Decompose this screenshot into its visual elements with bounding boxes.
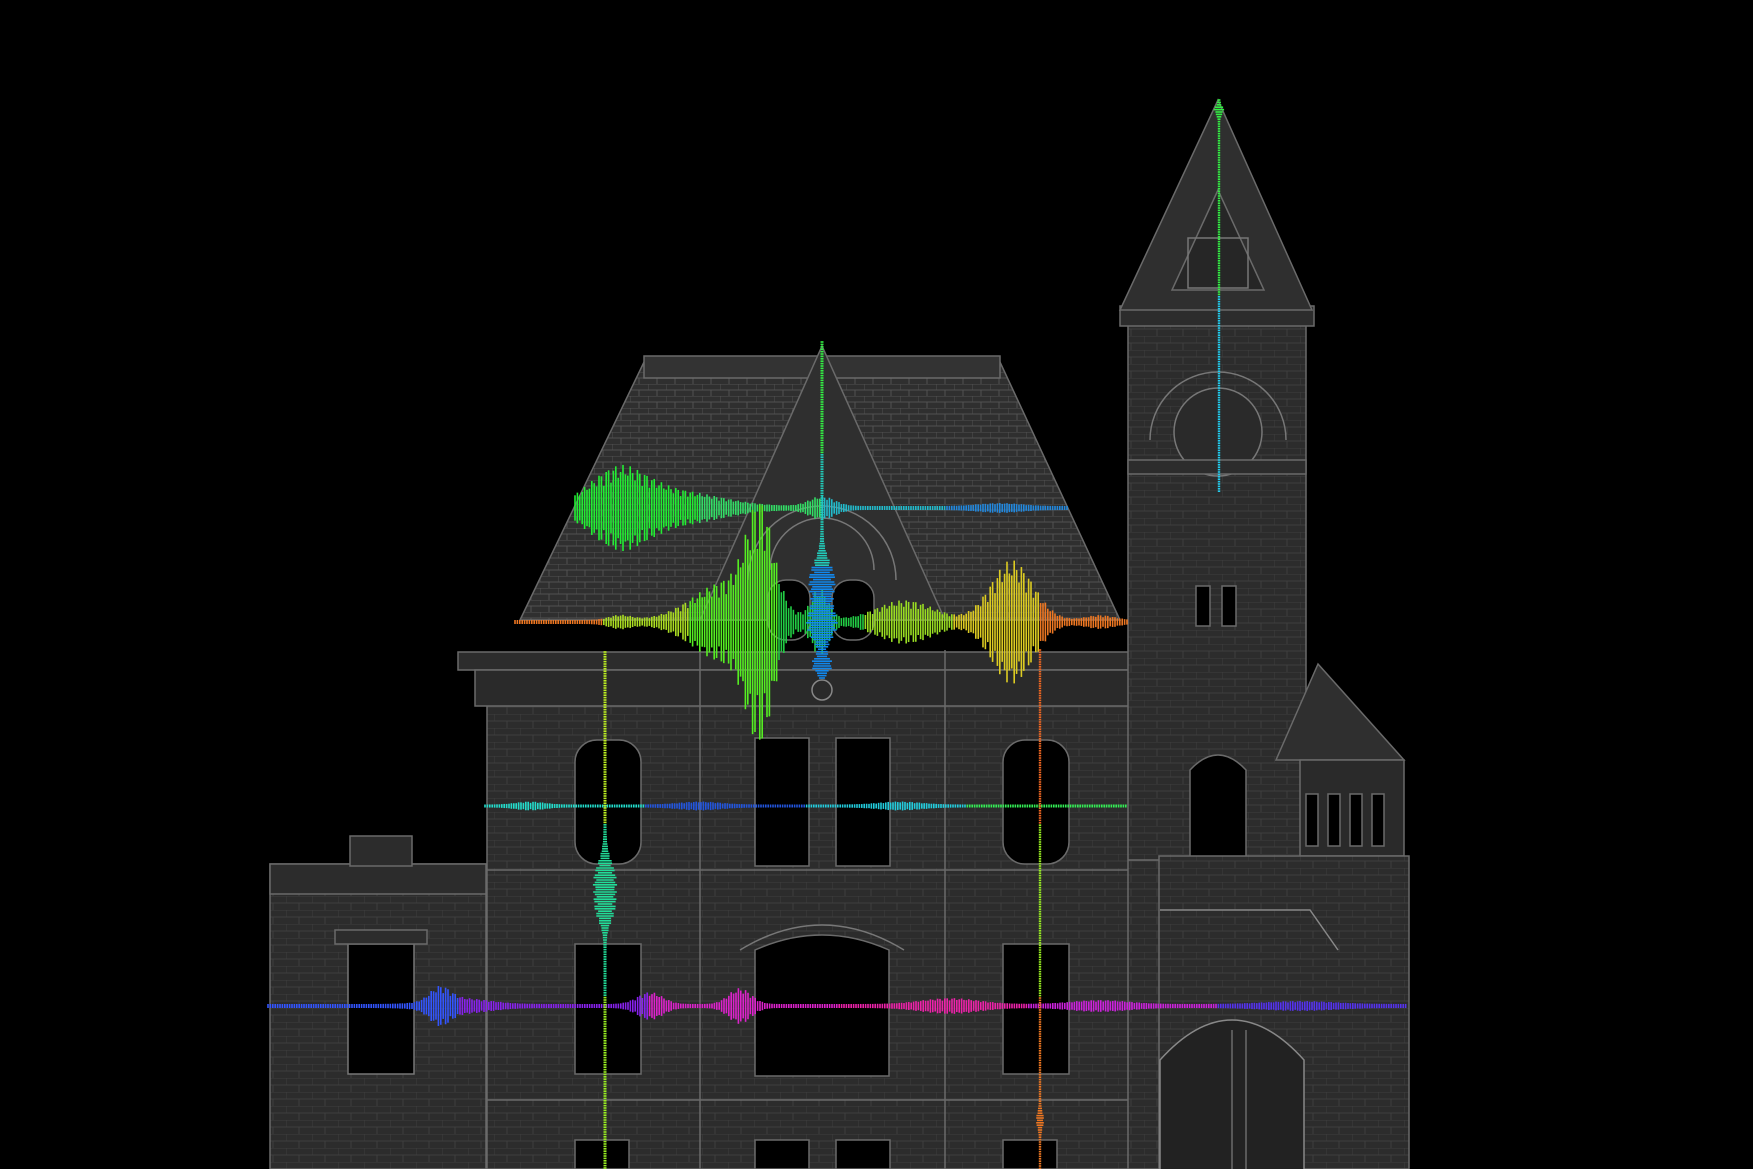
window <box>574 739 642 865</box>
window <box>1002 943 1070 1075</box>
left-annex <box>269 835 487 1169</box>
window <box>1002 739 1070 865</box>
building-waveform-illustration <box>267 98 1410 1169</box>
window <box>754 737 810 867</box>
window <box>835 737 891 867</box>
